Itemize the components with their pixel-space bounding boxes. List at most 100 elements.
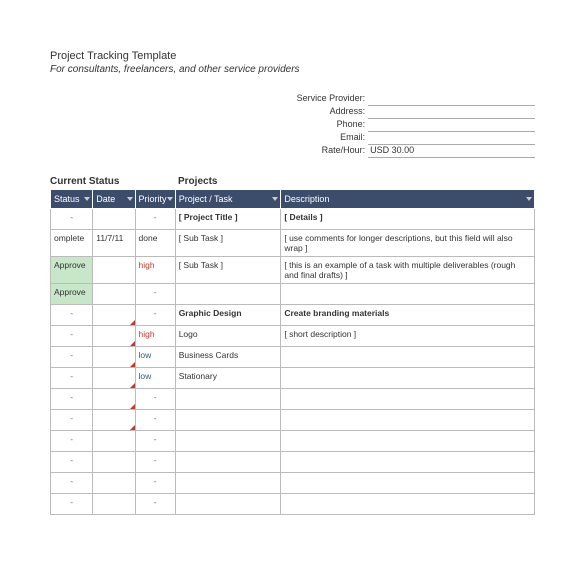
table-row: -- bbox=[51, 389, 535, 410]
cell-status[interactable]: - bbox=[51, 494, 93, 515]
cell-status[interactable]: - bbox=[51, 410, 93, 431]
cell-status[interactable]: - bbox=[51, 368, 93, 389]
header-priority[interactable]: Priority bbox=[135, 190, 175, 209]
table-row: -- bbox=[51, 431, 535, 452]
cell-project[interactable]: Business Cards bbox=[175, 347, 281, 368]
page-subtitle: For consultants, freelancers, and other … bbox=[50, 64, 535, 75]
cell-status[interactable]: - bbox=[51, 473, 93, 494]
cell-priority[interactable]: - bbox=[135, 284, 175, 305]
cell-description[interactable] bbox=[281, 389, 535, 410]
cell-date[interactable] bbox=[93, 284, 135, 305]
cell-project[interactable] bbox=[175, 431, 281, 452]
table-row: -- bbox=[51, 494, 535, 515]
cell-priority[interactable]: low bbox=[135, 347, 175, 368]
cell-status[interactable]: - bbox=[51, 389, 93, 410]
cell-priority[interactable]: - bbox=[135, 410, 175, 431]
chevron-down-icon bbox=[272, 197, 278, 201]
chevron-down-icon bbox=[84, 197, 90, 201]
header-project[interactable]: Project / Task bbox=[175, 190, 281, 209]
phone-value[interactable] bbox=[368, 119, 535, 132]
cell-priority[interactable]: low bbox=[135, 368, 175, 389]
cell-status[interactable]: - bbox=[51, 452, 93, 473]
cell-description[interactable] bbox=[281, 431, 535, 452]
table-row: --Graphic DesignCreate branding material… bbox=[51, 305, 535, 326]
cell-status[interactable]: - bbox=[51, 347, 93, 368]
cell-priority[interactable]: - bbox=[135, 209, 175, 230]
phone-label: Phone: bbox=[210, 119, 368, 132]
cell-description[interactable] bbox=[281, 284, 535, 305]
cell-description[interactable] bbox=[281, 452, 535, 473]
chevron-down-icon bbox=[127, 197, 133, 201]
page-title: Project Tracking Template bbox=[50, 50, 535, 62]
cell-date[interactable] bbox=[93, 389, 135, 410]
cell-project[interactable]: Stationary bbox=[175, 368, 281, 389]
cell-date[interactable] bbox=[93, 452, 135, 473]
cell-priority[interactable]: - bbox=[135, 452, 175, 473]
table-row: Approve - bbox=[51, 284, 535, 305]
cell-priority[interactable]: high bbox=[135, 257, 175, 284]
cell-priority[interactable]: done bbox=[135, 230, 175, 257]
table-row: - lowStationary bbox=[51, 368, 535, 389]
cell-status[interactable]: Approve bbox=[51, 284, 93, 305]
cell-project[interactable] bbox=[175, 494, 281, 515]
address-value[interactable] bbox=[368, 106, 535, 119]
provider-value[interactable] bbox=[368, 93, 535, 106]
cell-date[interactable]: 11/7/11 bbox=[93, 230, 135, 257]
cell-priority[interactable]: high bbox=[135, 326, 175, 347]
cell-status[interactable]: - bbox=[51, 209, 93, 230]
header-date[interactable]: Date bbox=[93, 190, 135, 209]
cell-project[interactable] bbox=[175, 389, 281, 410]
cell-priority[interactable]: - bbox=[135, 473, 175, 494]
cell-project[interactable]: [ Project Title ] bbox=[175, 209, 281, 230]
header-status[interactable]: Status bbox=[51, 190, 93, 209]
cell-date[interactable] bbox=[93, 209, 135, 230]
info-block: Service Provider: Address: Phone: Email:… bbox=[210, 93, 535, 158]
cell-project[interactable]: Graphic Design bbox=[175, 305, 281, 326]
cell-description[interactable]: [ this is an example of a task with mult… bbox=[281, 257, 535, 284]
provider-label: Service Provider: bbox=[210, 93, 368, 106]
cell-status[interactable]: - bbox=[51, 305, 93, 326]
cell-date[interactable] bbox=[93, 473, 135, 494]
table-row: Approve high[ Sub Task ][ this is an exam… bbox=[51, 257, 535, 284]
cell-description[interactable]: [ Details ] bbox=[281, 209, 535, 230]
cell-project[interactable] bbox=[175, 410, 281, 431]
cell-description[interactable] bbox=[281, 473, 535, 494]
table-row: -- bbox=[51, 452, 535, 473]
rate-value[interactable]: USD 30.00 bbox=[368, 145, 535, 158]
cell-project[interactable] bbox=[175, 284, 281, 305]
cell-status[interactable]: Approve bbox=[51, 257, 93, 284]
email-value[interactable] bbox=[368, 132, 535, 145]
cell-project[interactable]: [ Sub Task ] bbox=[175, 257, 281, 284]
header-description[interactable]: Description bbox=[281, 190, 535, 209]
cell-description[interactable] bbox=[281, 494, 535, 515]
cell-description[interactable] bbox=[281, 410, 535, 431]
cell-date[interactable] bbox=[93, 305, 135, 326]
tracking-table: Status Date Priority Project / Task Desc… bbox=[50, 189, 535, 515]
cell-status[interactable]: omplete bbox=[51, 230, 93, 257]
cell-project[interactable]: Logo bbox=[175, 326, 281, 347]
cell-project[interactable] bbox=[175, 452, 281, 473]
cell-project[interactable] bbox=[175, 473, 281, 494]
cell-description[interactable]: Create branding materials bbox=[281, 305, 535, 326]
cell-status[interactable]: - bbox=[51, 326, 93, 347]
cell-status[interactable]: - bbox=[51, 431, 93, 452]
cell-date[interactable] bbox=[93, 431, 135, 452]
cell-priority[interactable]: - bbox=[135, 494, 175, 515]
cell-description[interactable] bbox=[281, 347, 535, 368]
cell-description[interactable] bbox=[281, 368, 535, 389]
cell-priority[interactable]: - bbox=[135, 431, 175, 452]
cell-date[interactable] bbox=[93, 257, 135, 284]
cell-project[interactable]: [ Sub Task ] bbox=[175, 230, 281, 257]
cell-date[interactable] bbox=[93, 494, 135, 515]
cell-date[interactable] bbox=[93, 326, 135, 347]
cell-priority[interactable]: - bbox=[135, 389, 175, 410]
cell-date[interactable] bbox=[93, 368, 135, 389]
table-row: - highLogo[ short description ] bbox=[51, 326, 535, 347]
projects-section-label: Projects bbox=[178, 176, 217, 187]
cell-date[interactable] bbox=[93, 410, 135, 431]
cell-description[interactable]: [ use comments for longer descriptions, … bbox=[281, 230, 535, 257]
cell-description[interactable]: [ short description ] bbox=[281, 326, 535, 347]
table-row: --[ Project Title ][ Details ] bbox=[51, 209, 535, 230]
cell-date[interactable] bbox=[93, 347, 135, 368]
cell-priority[interactable]: - bbox=[135, 305, 175, 326]
